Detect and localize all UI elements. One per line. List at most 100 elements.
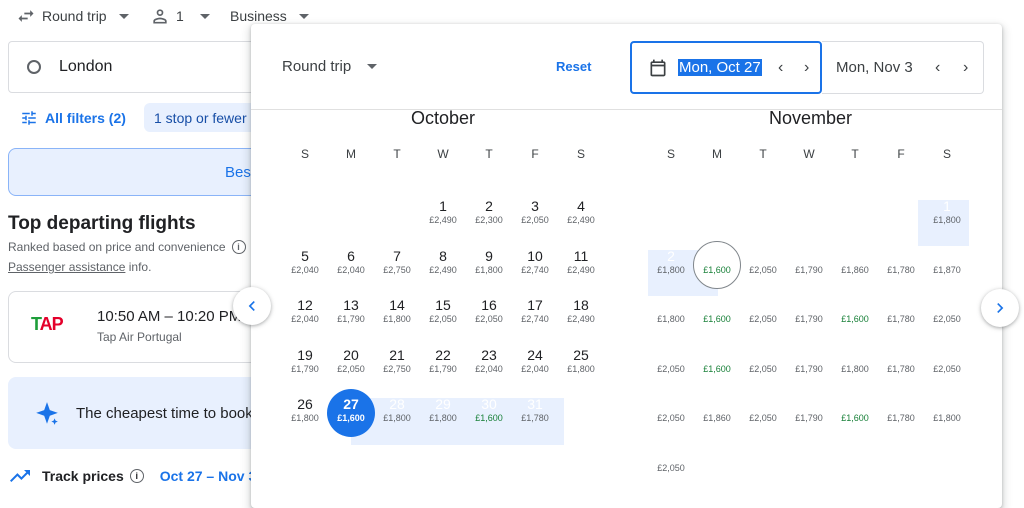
passenger-assistance-link[interactable]: Passenger assistance [8,260,125,274]
calendar-day[interactable]: 29 £1,800 [420,388,466,436]
picker-trip-type-select[interactable]: Round trip [282,58,378,75]
calendar-day[interactable]: 1 £2,490 [420,190,466,238]
calendar-day[interactable]: 3 £2,050 [512,190,558,238]
calendar-day[interactable]: 4 £2,050 [740,240,786,288]
departure-next-day-button[interactable]: › [796,57,818,79]
calendar-day[interactable]: 31 £1,780 [512,388,558,436]
calendar-day[interactable]: 6 £2,040 [328,240,374,288]
calendar-day[interactable]: 27 £1,600 [328,388,374,436]
stops-filter-chip[interactable]: 1 stop or fewer [144,103,264,132]
calendar-day[interactable]: 28 £1,780 [878,388,924,436]
day-price: £2,490 [429,215,457,225]
calendar-day[interactable]: 26 £1,800 [282,388,328,436]
calendar-day[interactable]: 19 £1,790 [282,339,328,387]
calendar-day[interactable]: 21 £2,750 [374,339,420,387]
calendar-day[interactable]: 2 £1,800 [648,240,694,288]
calendar-day[interactable]: 18 £2,050 [740,339,786,387]
return-date-field[interactable]: Mon, Nov 3 ‹ › [822,41,984,94]
day-price: £1,790 [429,363,457,374]
day-number: 16 [663,346,679,363]
calendar-day[interactable]: 4 £2,490 [558,190,604,238]
calendar-day[interactable]: 7 £2,750 [374,240,420,288]
return-next-day-button[interactable]: › [955,57,977,79]
day-price: £2,050 [933,314,961,324]
departure-date-field[interactable]: Mon, Oct 27 ‹ › [630,41,822,94]
calendar-day[interactable]: 1 £1,800 [924,190,970,238]
calendar-day[interactable]: 8 £2,490 [420,240,466,288]
calendar-day[interactable]: 26 £1,790 [786,388,832,436]
trip-type-dropdown[interactable]: Round trip [16,0,129,32]
calendar-day[interactable]: 22 £1,790 [420,339,466,387]
calendar-day[interactable]: 16 £2,050 [648,339,694,387]
info-icon[interactable]: i [129,469,144,483]
weekday-label: F [897,147,905,161]
info-icon[interactable]: i [231,240,246,254]
airline-name: Tap Air Portugal [97,330,182,344]
tab-best[interactable]: Bes [8,148,278,196]
calendar-day[interactable]: 17 £2,740 [512,289,558,337]
calendar-day[interactable]: 19 £1,790 [786,339,832,387]
calendar-day[interactable]: 25 £2,050 [740,388,786,436]
calendar-day[interactable]: 24 £2,040 [512,339,558,387]
calendar-day[interactable]: 5 £2,040 [282,240,328,288]
calendar-day[interactable]: 13 £1,600 [832,289,878,337]
calendar-day[interactable]: 23 £2,050 [648,388,694,436]
calendar-day[interactable]: 22 £2,050 [924,339,970,387]
cheapest-time-insight[interactable]: The cheapest time to book [8,377,278,449]
calendar-day[interactable]: 8 £1,870 [924,240,970,288]
weekday-label: S [576,147,585,161]
calendar-day[interactable]: 9 £1,800 [466,240,512,288]
calendar-day[interactable]: 23 £2,040 [466,339,512,387]
calendar-day[interactable]: 11 £2,490 [558,240,604,288]
origin-input[interactable]: London [8,41,260,93]
return-prev-day-button[interactable]: ‹ [927,57,949,79]
trending-up-icon [10,470,30,482]
calendar-day[interactable]: 12 £1,790 [786,289,832,337]
calendar-day[interactable]: 5 £1,790 [786,240,832,288]
calendar-day[interactable]: 12 £2,040 [282,289,328,337]
calendar-day[interactable]: 11 £2,050 [740,289,786,337]
all-filters-button[interactable]: All filters (2) [20,103,126,132]
day-number: 28 [389,396,405,412]
passengers-dropdown[interactable]: 1 [150,0,210,32]
calendar-day[interactable]: 14 £1,780 [878,289,924,337]
day-price: £1,800 [841,363,869,374]
calendar-day[interactable]: 30 £1,600 [466,388,512,436]
day-number: 30 [481,396,497,412]
calendar-day[interactable]: 25 £1,800 [558,339,604,387]
all-filters-label: All filters (2) [45,109,126,126]
calendar-day[interactable]: 3 £1,600 [694,240,740,288]
calendar-day[interactable]: 17 £1,600 [694,339,740,387]
calendar-day[interactable]: 18 £2,490 [558,289,604,337]
calendar-day[interactable]: 15 £2,050 [924,289,970,337]
calendar-day[interactable]: 14 £1,800 [374,289,420,337]
day-price: £1,780 [887,363,915,374]
weekday-label: M [346,147,356,161]
calendar-day[interactable]: 10 £2,740 [512,240,558,288]
day-price: £1,790 [291,363,319,374]
calendar-day[interactable]: 2 £2,300 [466,190,512,238]
calendar-day[interactable]: 9 £1,800 [648,289,694,337]
day-price: £1,780 [887,413,915,423]
calendar-day[interactable]: 27 £1,600 [832,388,878,436]
next-month-button[interactable] [981,289,1019,327]
reset-button[interactable]: Reset [556,59,591,74]
calendar-day[interactable]: 7 £1,780 [878,240,924,288]
departure-prev-day-button[interactable]: ‹ [770,57,792,79]
calendar-day[interactable]: 24 £1,860 [694,388,740,436]
calendar-day[interactable]: 30 £2,050 [648,438,694,486]
calendar-day[interactable]: 6 £1,860 [832,240,878,288]
calendar-day[interactable]: 20 £2,050 [328,339,374,387]
day-price: £2,050 [657,363,685,374]
day-price: £1,790 [795,363,823,374]
calendar-day[interactable]: 13 £1,790 [328,289,374,337]
calendar-day[interactable]: 20 £1,800 [832,339,878,387]
calendar-day[interactable]: 15 £2,050 [420,289,466,337]
day-number: 21 [893,346,909,363]
previous-month-button[interactable] [233,287,271,325]
calendar-day[interactable]: 16 £2,050 [466,289,512,337]
calendar-day[interactable]: 29 £1,800 [924,388,970,436]
calendar-day[interactable]: 21 £1,780 [878,339,924,387]
calendar-day[interactable]: 10 £1,600 [694,289,740,337]
calendar-day[interactable]: 28 £1,800 [374,388,420,436]
